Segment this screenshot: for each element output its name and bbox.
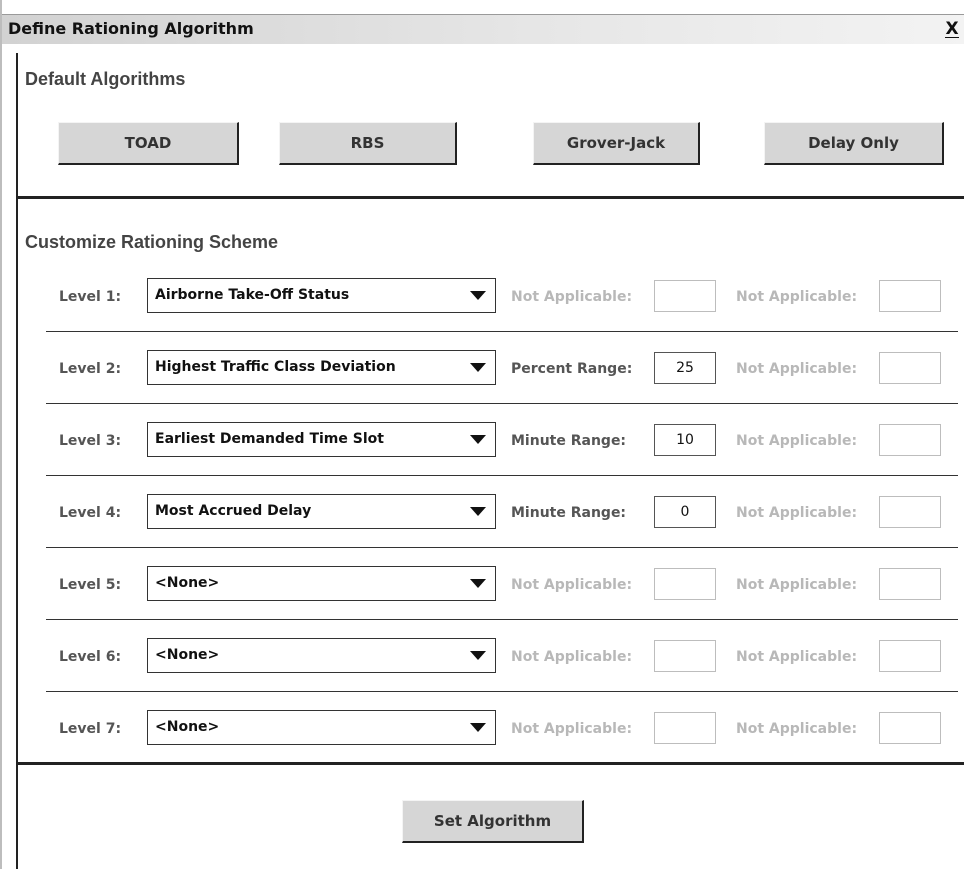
param1-input[interactable]: [654, 712, 716, 744]
chevron-down-icon: [470, 435, 486, 444]
criterion-value: <None>: [155, 647, 220, 663]
chevron-down-icon: [470, 507, 486, 516]
criterion-dropdown[interactable]: <None>: [147, 710, 496, 745]
title-bar[interactable]: Define Rationing Algorithm X: [2, 14, 964, 44]
param1-input[interactable]: 25: [654, 352, 716, 384]
param1-input[interactable]: 10: [654, 424, 716, 456]
param1-label: Not Applicable:: [511, 649, 633, 665]
level-label: Level 6:: [59, 649, 122, 665]
set-algorithm-button[interactable]: Set Algorithm: [402, 800, 584, 843]
param1-input[interactable]: [654, 640, 716, 672]
param2-label: Not Applicable:: [736, 721, 858, 737]
param2-label: Not Applicable:: [736, 289, 858, 305]
level-label: Level 2:: [59, 361, 122, 377]
level-row-2: Level 2: Highest Traffic Class Deviation P…: [2, 348, 964, 392]
criterion-dropdown[interactable]: <None>: [147, 566, 496, 601]
level-row-7: Level 7: <None> Not Applicable: Not Applica…: [2, 708, 964, 752]
criterion-value: <None>: [155, 719, 220, 735]
param2-input[interactable]: [879, 352, 941, 384]
grover-jack-button[interactable]: Grover-Jack: [533, 122, 700, 165]
param2-input[interactable]: [879, 280, 941, 312]
criterion-dropdown[interactable]: Most Accrued Delay: [147, 494, 496, 529]
level-label: Level 7:: [59, 721, 122, 737]
param2-label: Not Applicable:: [736, 361, 858, 377]
row-divider: [46, 691, 958, 692]
row-divider: [46, 547, 958, 548]
param1-input[interactable]: [654, 568, 716, 600]
level-label: Level 1:: [59, 289, 122, 305]
toad-button[interactable]: TOAD: [58, 122, 239, 165]
default-algorithms-title: Default Algorithms: [25, 69, 186, 89]
criterion-value: Earliest Demanded Time Slot: [155, 431, 384, 447]
level-row-6: Level 6: <None> Not Applicable: Not Applica…: [2, 636, 964, 680]
param1-label: Not Applicable:: [511, 289, 633, 305]
row-divider: [46, 619, 958, 620]
delay-only-button[interactable]: Delay Only: [764, 122, 944, 165]
criterion-dropdown[interactable]: Airborne Take-Off Status: [147, 278, 496, 313]
chevron-down-icon: [470, 579, 486, 588]
param1-label: Not Applicable:: [511, 577, 633, 593]
param2-input[interactable]: [879, 568, 941, 600]
param1-input[interactable]: 0: [654, 496, 716, 528]
criterion-value: <None>: [155, 575, 220, 591]
chevron-down-icon: [470, 363, 486, 372]
criterion-dropdown[interactable]: <None>: [147, 638, 496, 673]
param1-label: Not Applicable:: [511, 721, 633, 737]
param2-input[interactable]: [879, 424, 941, 456]
chevron-down-icon: [470, 651, 486, 660]
criterion-dropdown[interactable]: Highest Traffic Class Deviation: [147, 350, 496, 385]
param2-input[interactable]: [879, 640, 941, 672]
param2-label: Not Applicable:: [736, 577, 858, 593]
param2-label: Not Applicable:: [736, 649, 858, 665]
param2-input[interactable]: [879, 496, 941, 528]
chevron-down-icon: [470, 291, 486, 300]
param2-input[interactable]: [879, 712, 941, 744]
row-divider: [46, 475, 958, 476]
criterion-value: Airborne Take-Off Status: [155, 287, 350, 303]
param1-label: Minute Range:: [511, 505, 627, 521]
criterion-value: Highest Traffic Class Deviation: [155, 359, 396, 375]
level-row-1: Level 1: Airborne Take-Off Status Not Appl…: [2, 276, 964, 320]
criterion-dropdown[interactable]: Earliest Demanded Time Slot: [147, 422, 496, 457]
param1-label: Percent Range:: [511, 361, 633, 377]
level-row-4: Level 4: Most Accrued Delay Minute Range: 0…: [2, 492, 964, 536]
param1-label: Minute Range:: [511, 433, 627, 449]
window-title: Define Rationing Algorithm: [8, 19, 254, 38]
customize-title: Customize Rationing Scheme: [25, 232, 279, 252]
param2-label: Not Applicable:: [736, 505, 858, 521]
level-label: Level 4:: [59, 505, 122, 521]
rbs-button[interactable]: RBS: [279, 122, 457, 165]
level-label: Level 5:: [59, 577, 122, 593]
level-row-5: Level 5: <None> Not Applicable: Not Applica…: [2, 564, 964, 608]
param1-input[interactable]: [654, 280, 716, 312]
level-label: Level 3:: [59, 433, 122, 449]
dialog-window: Define Rationing Algorithm X Default Alg…: [0, 0, 964, 869]
level-row-3: Level 3: Earliest Demanded Time Slot Minut…: [2, 420, 964, 464]
close-button[interactable]: X: [942, 19, 962, 39]
criterion-value: Most Accrued Delay: [155, 503, 312, 519]
row-divider: [46, 403, 958, 404]
row-divider: [46, 331, 958, 332]
param2-label: Not Applicable:: [736, 433, 858, 449]
chevron-down-icon: [470, 723, 486, 732]
